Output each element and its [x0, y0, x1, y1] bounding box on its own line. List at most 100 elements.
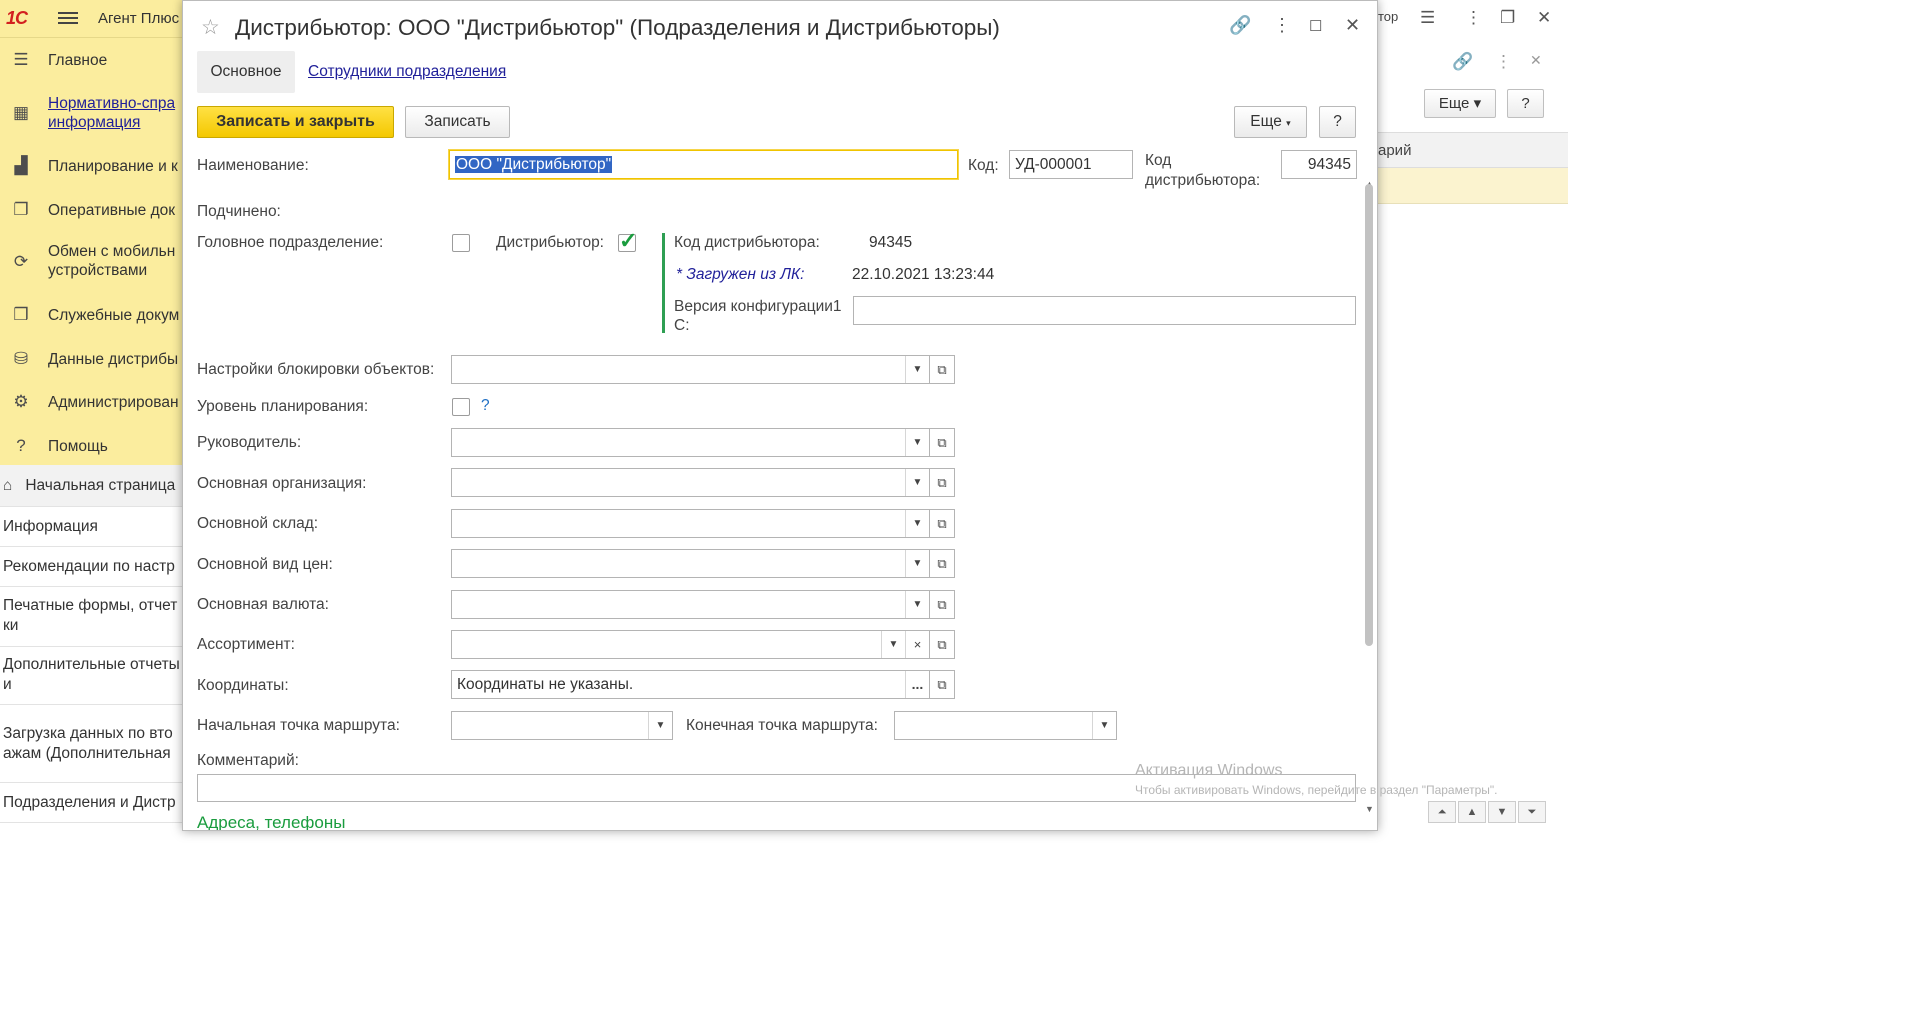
- open-icon[interactable]: ⧉: [929, 355, 955, 384]
- head-division-checkbox[interactable]: [452, 234, 470, 252]
- bg-close-icon[interactable]: ✕: [1537, 8, 1551, 28]
- save-and-close-button[interactable]: Записать и закрыть: [197, 106, 394, 138]
- dropdown-icon[interactable]: ▼: [905, 591, 929, 618]
- manager-input[interactable]: ▼: [451, 428, 930, 457]
- sidebar-item-reference[interactable]: ▦ Нормативно-спра информация: [0, 94, 185, 134]
- clear-icon[interactable]: ×: [905, 631, 929, 658]
- maximize-icon[interactable]: ☐: [1309, 17, 1322, 35]
- scrollbar-thumb[interactable]: [1365, 184, 1373, 646]
- dropdown-icon[interactable]: ▼: [905, 429, 929, 456]
- windows-activation-text: Чтобы активировать Windows, перейдите в …: [1135, 783, 1498, 797]
- bg-help-button[interactable]: ?: [1507, 89, 1544, 118]
- route-end-input[interactable]: ▼: [894, 711, 1117, 740]
- loaded-from-lk-label[interactable]: * Загружен из ЛК:: [676, 266, 804, 284]
- save-button[interactable]: Записать: [405, 106, 510, 138]
- next-page-icon[interactable]: ▼: [1488, 801, 1516, 823]
- name-input[interactable]: ООО "Дистрибьютор": [449, 150, 958, 179]
- scroll-down-icon[interactable]: ▼: [1365, 804, 1374, 814]
- head-division-label: Головное подразделение:: [197, 234, 384, 251]
- form-scrollbar[interactable]: [1363, 179, 1375, 819]
- sidebar-item-operational-docs[interactable]: ❐ Оперативные док: [0, 198, 185, 224]
- more-actions-icon[interactable]: ⋮: [1273, 15, 1291, 36]
- link-icon[interactable]: 🔗: [1229, 15, 1251, 36]
- open-icon[interactable]: ⧉: [929, 549, 955, 578]
- documents-icon: ❐: [13, 200, 29, 219]
- lock-settings-input[interactable]: ▼: [451, 355, 930, 384]
- hamburger-menu-icon[interactable]: [58, 9, 78, 27]
- code-input[interactable]: УД-000001: [1009, 150, 1133, 179]
- checkmark-icon: ✓: [619, 228, 638, 253]
- route-start-input[interactable]: ▼: [451, 711, 673, 740]
- sidebar-item-main[interactable]: ☰ Главное: [0, 48, 185, 74]
- distributor-checkbox[interactable]: ✓: [618, 228, 638, 253]
- more-label: Еще: [1250, 113, 1282, 130]
- open-icon[interactable]: ⧉: [929, 509, 955, 538]
- dropdown-icon[interactable]: ▼: [905, 469, 929, 496]
- coordinates-input[interactable]: Координаты не указаны. ...: [451, 670, 930, 699]
- tab-division-employees[interactable]: Сотрудники подразделения: [308, 63, 506, 81]
- prev-page-icon[interactable]: ▲: [1458, 801, 1486, 823]
- sidebar-item-administration[interactable]: ⚙ Администрирован: [0, 390, 185, 416]
- open-icon[interactable]: ⧉: [929, 630, 955, 659]
- subnav-information[interactable]: Информация: [0, 507, 185, 547]
- bg-column-header[interactable]: арий: [1378, 132, 1568, 168]
- bg-link-icon[interactable]: 🔗: [1452, 52, 1473, 72]
- sidebar-item-planning[interactable]: ▟ Планирование и к: [0, 154, 185, 180]
- config-version-label-1: Версия конфигурации1: [674, 298, 842, 315]
- open-icon[interactable]: ⧉: [929, 468, 955, 497]
- dropdown-icon[interactable]: ▼: [905, 356, 929, 383]
- sidebar-item-label: устройствами: [48, 262, 148, 279]
- dist-code-label-1: Код: [1145, 152, 1172, 169]
- last-page-icon[interactable]: ⏷: [1518, 801, 1546, 823]
- bg-restore-icon[interactable]: ❐: [1500, 8, 1515, 28]
- favorite-star-icon[interactable]: ☆: [201, 15, 220, 40]
- tab-main[interactable]: Основное: [197, 51, 295, 93]
- bg-more-icon[interactable]: ⋮: [1465, 8, 1482, 28]
- bg-more-icon-2[interactable]: ⋮: [1495, 52, 1512, 72]
- sidebar-item-help[interactable]: ? Помощь: [0, 434, 185, 460]
- warehouse-input[interactable]: ▼: [451, 509, 930, 538]
- subnav-home[interactable]: ⌂ Начальная страница: [0, 465, 185, 507]
- subnav-label: и: [3, 676, 12, 693]
- assortment-input[interactable]: ▼ ×: [451, 630, 930, 659]
- close-icon[interactable]: ✕: [1345, 15, 1360, 36]
- dropdown-icon[interactable]: ▼: [1092, 712, 1116, 739]
- first-page-icon[interactable]: ⏶: [1428, 801, 1456, 823]
- subnav-data-upload[interactable]: Загрузка данных по вто ажам (Дополнитель…: [0, 705, 185, 783]
- gear-icon: ⚙: [13, 392, 29, 411]
- addresses-section-title[interactable]: Адреса, телефоны: [197, 813, 345, 830]
- bg-selected-row[interactable]: [1378, 168, 1568, 204]
- dropdown-icon[interactable]: ▼: [648, 712, 672, 739]
- organization-input[interactable]: ▼: [451, 468, 930, 497]
- sidebar-item-label: информация: [48, 114, 141, 131]
- choose-coordinates-button[interactable]: ...: [905, 671, 929, 698]
- more-button[interactable]: Еще ▾: [1234, 106, 1307, 138]
- dropdown-icon[interactable]: ▼: [905, 550, 929, 577]
- subnav-additional-reports[interactable]: Дополнительные отчеты и: [0, 647, 185, 705]
- subordinate-label: Подчинено:: [197, 203, 281, 220]
- currency-input[interactable]: ▼: [451, 590, 930, 619]
- subnav-divisions[interactable]: Подразделения и Дистр: [0, 783, 185, 823]
- bg-menu-icon[interactable]: ☰: [1420, 8, 1435, 28]
- open-icon[interactable]: ⧉: [929, 428, 955, 457]
- bg-close-icon-2[interactable]: ✕: [1530, 52, 1542, 69]
- sidebar-item-service-docs[interactable]: ❒ Служебные докум: [0, 303, 185, 329]
- price-type-input[interactable]: ▼: [451, 549, 930, 578]
- sidebar-item-mobile-exchange[interactable]: ⟳ Обмен с мобильн устройствами: [0, 242, 185, 282]
- subnav-recommendations[interactable]: Рекомендации по настр: [0, 547, 185, 587]
- help-button[interactable]: ?: [1319, 106, 1356, 138]
- open-icon[interactable]: ⧉: [929, 670, 955, 699]
- open-icon[interactable]: ⧉: [929, 590, 955, 619]
- background-list-window: [1375, 0, 1568, 831]
- plan-level-help[interactable]: ?: [481, 397, 490, 415]
- config-version-input[interactable]: [853, 296, 1356, 325]
- dist-code-input[interactable]: 94345: [1281, 150, 1357, 179]
- distributor-data-icon: ⛁: [13, 349, 29, 368]
- bg-more-button[interactable]: Еще ▾: [1424, 89, 1496, 118]
- sidebar-item-distributor-data[interactable]: ⛁ Данные дистрибы: [0, 347, 185, 373]
- dropdown-icon[interactable]: ▼: [905, 510, 929, 537]
- subnav-label: Информация: [3, 518, 98, 535]
- plan-level-checkbox[interactable]: [452, 398, 470, 416]
- dropdown-icon[interactable]: ▼: [881, 631, 905, 658]
- subnav-print-forms[interactable]: Печатные формы, отчет ки: [0, 587, 185, 647]
